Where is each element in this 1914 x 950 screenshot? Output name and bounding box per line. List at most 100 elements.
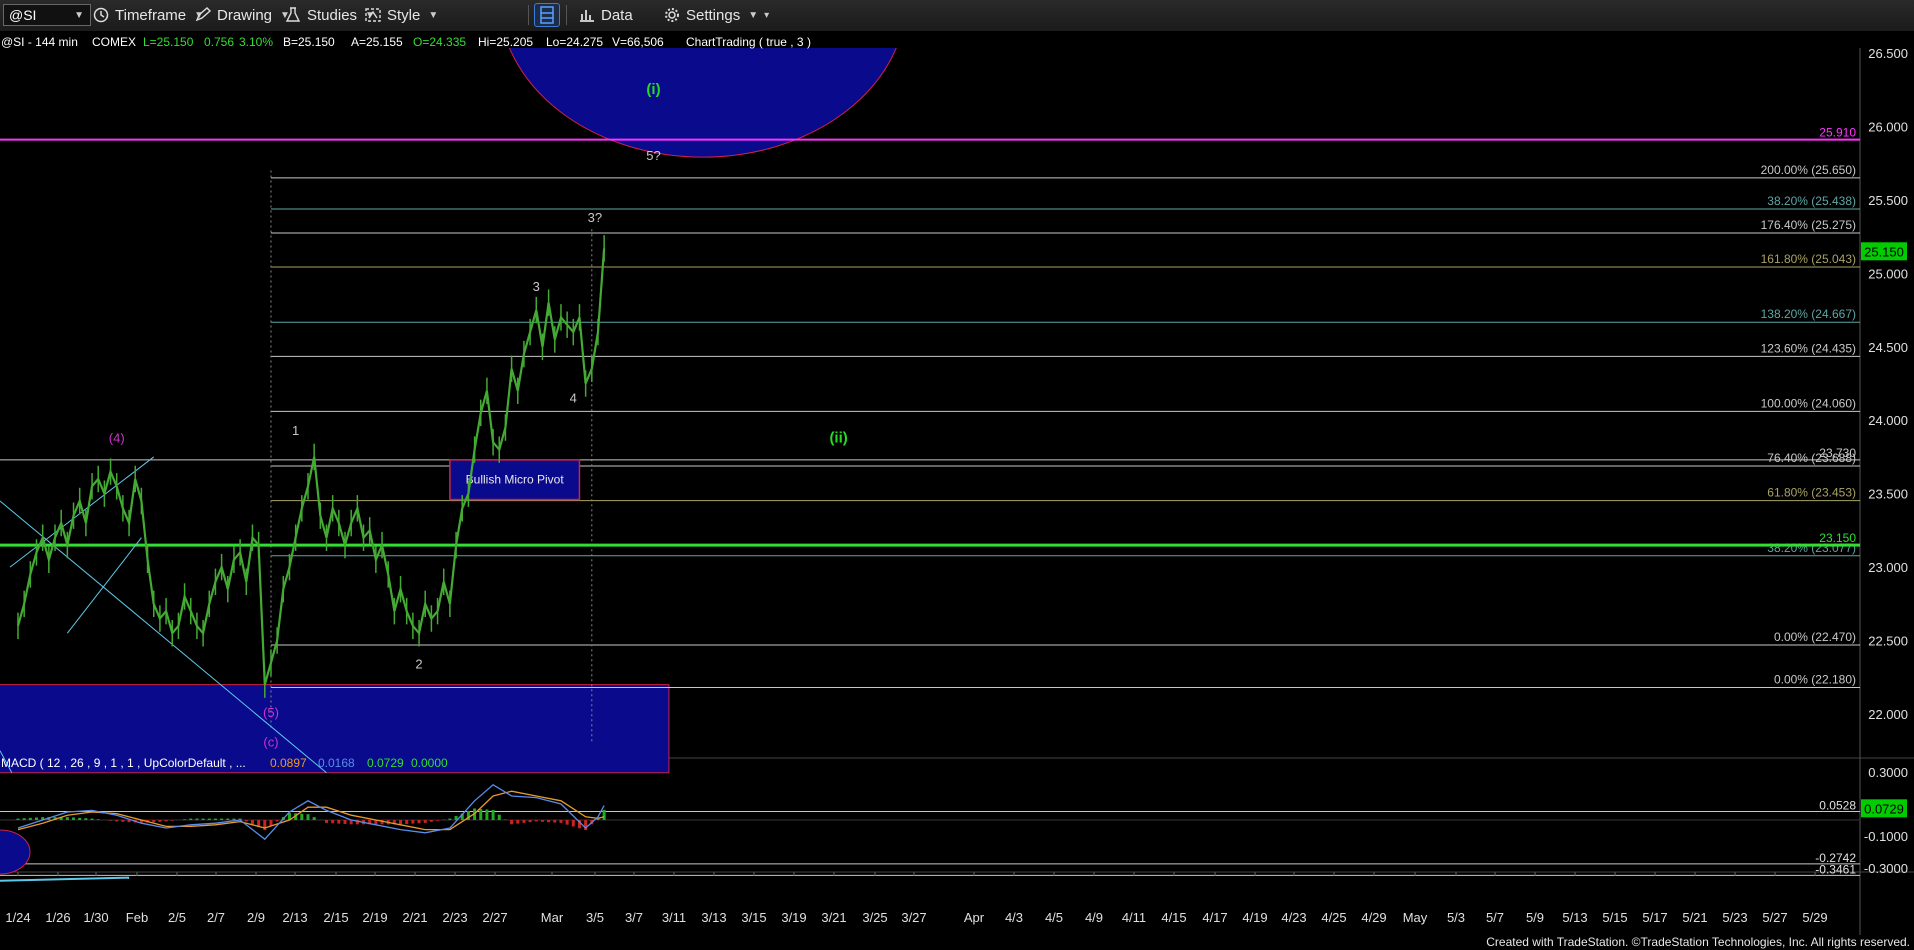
- x-tick-label: 2/5: [168, 910, 186, 925]
- chart-area[interactable]: 200.00% (25.650) 38.20% (25.438) 176.40% (…: [0, 31, 1914, 935]
- timeframe-label: Timeframe: [115, 6, 187, 24]
- x-tick-label: 3/15: [741, 910, 766, 925]
- y-tick-label: 25.500: [1868, 193, 1908, 208]
- status-line-field: COMEX: [92, 35, 136, 49]
- macd-header-value: 0.0897: [270, 756, 307, 770]
- trend-line: [66, 537, 142, 634]
- style-label: Style: [387, 6, 421, 24]
- x-tick-label: 4/29: [1361, 910, 1386, 925]
- style-menu[interactable]: Style ▼: [364, 4, 438, 26]
- last-price-label: 25.150: [1864, 244, 1904, 259]
- x-tick-label: 3/25: [862, 910, 887, 925]
- x-tick-label: 2/13: [282, 910, 307, 925]
- y-tick-label: 22.000: [1868, 707, 1908, 722]
- macd-header-value: 0.0000: [411, 756, 448, 770]
- x-tick-label: 1/24: [5, 910, 30, 925]
- x-tick-label: 5/29: [1802, 910, 1827, 925]
- x-tick-label: 5/17: [1642, 910, 1667, 925]
- overflow-caret-icon: ▾: [764, 9, 770, 21]
- fib-label: 200.00% (25.650): [1761, 163, 1856, 177]
- x-tick-label: Mar: [541, 910, 564, 925]
- separator: [528, 5, 529, 25]
- target-zone-ellipse: [503, 31, 903, 158]
- fib-label: 61.80% (23.453): [1767, 486, 1856, 500]
- data-menu[interactable]: Data: [578, 4, 633, 26]
- x-tick-label: 5/27: [1762, 910, 1787, 925]
- studies-label: Studies: [307, 6, 358, 24]
- timeframe-menu[interactable]: Timeframe ▼: [92, 4, 204, 26]
- fib-label: 0.00% (22.470): [1774, 630, 1856, 644]
- data-label: Data: [601, 6, 633, 24]
- fib-label: 161.80% (25.043): [1761, 252, 1856, 266]
- x-tick-label: 5/15: [1602, 910, 1627, 925]
- symbol-input[interactable]: @SI ▼: [3, 4, 91, 26]
- footer: Created with TradeStation. ©TradeStation…: [0, 935, 1914, 950]
- horizontal-level-label: 23.150: [1819, 531, 1856, 545]
- wave-label: (ii): [829, 429, 847, 446]
- drawing-label: Drawing: [217, 6, 273, 24]
- settings-menu[interactable]: Settings ▼ ▾: [663, 4, 769, 26]
- wave-label: (c): [263, 734, 278, 749]
- x-tick-label: 5/9: [1526, 910, 1544, 925]
- x-tick-label: 4/23: [1281, 910, 1306, 925]
- status-line-field: 3.10%: [239, 35, 273, 49]
- wave-label: 5?: [646, 148, 660, 163]
- macd-signal-line: [17, 790, 605, 831]
- x-tick-label: 5/7: [1486, 910, 1504, 925]
- fib-label: 38.20% (25.438): [1767, 194, 1856, 208]
- symbol-value: @SI: [9, 7, 37, 23]
- x-tick-label: 5/21: [1682, 910, 1707, 925]
- style-icon: [365, 8, 381, 22]
- x-tick-label: 3/7: [625, 910, 643, 925]
- x-tick-label: 3/27: [901, 910, 926, 925]
- x-tick-label: 2/9: [247, 910, 265, 925]
- y-tick-label: 24.000: [1868, 413, 1908, 428]
- x-tick-label: 4/19: [1242, 910, 1267, 925]
- x-tick-label: Feb: [126, 910, 148, 925]
- x-tick-label: 4/25: [1321, 910, 1346, 925]
- flask-icon: [285, 7, 301, 22]
- x-tick-label: 3/11: [662, 910, 686, 925]
- x-tick-label: 4/5: [1045, 910, 1063, 925]
- status-line-field: @SI - 144 min: [1, 35, 78, 49]
- wave-label: 1: [292, 423, 299, 438]
- x-tick-label: 3/13: [701, 910, 726, 925]
- horizontal-level-label: 25.910: [1819, 126, 1856, 140]
- x-tick-label: 1/30: [83, 910, 108, 925]
- macd-header-value: 0.0729: [367, 756, 404, 770]
- wave-label: 4: [570, 391, 577, 406]
- macd-y-tick-label: -0.3000: [1864, 861, 1908, 876]
- fib-label: 123.60% (24.435): [1761, 341, 1856, 355]
- y-tick-label: 24.500: [1868, 340, 1908, 355]
- drawing-menu[interactable]: Drawing ▼: [194, 4, 290, 26]
- copyright-text: Created with TradeStation. ©TradeStation…: [1486, 935, 1910, 949]
- x-tick-label: May: [1403, 910, 1428, 925]
- x-tick-label: Apr: [964, 910, 985, 925]
- macd-level-label: -0.3461: [1815, 862, 1856, 876]
- studies-menu[interactable]: Studies ▼: [284, 4, 375, 26]
- x-tick-label: 2/7: [207, 910, 225, 925]
- fib-label: 0.00% (22.180): [1774, 673, 1856, 687]
- macd-current-label: 0.0729: [1864, 801, 1904, 816]
- layout-button[interactable]: [534, 3, 560, 27]
- wave-label: 3: [533, 279, 540, 294]
- status-line-field: Hi=25.205: [478, 35, 533, 49]
- chevron-down-icon: ▼: [428, 9, 439, 21]
- x-tick-label: 4/15: [1161, 910, 1186, 925]
- x-tick-label: 4/17: [1202, 910, 1227, 925]
- x-tick-label: 3/21: [821, 910, 846, 925]
- x-tick-label: 4/11: [1122, 910, 1146, 925]
- y-tick-label: 26.000: [1868, 119, 1908, 134]
- x-tick-label: 2/21: [402, 910, 427, 925]
- status-line-field: A=25.155: [351, 35, 403, 49]
- x-tick-label: 2/23: [442, 910, 467, 925]
- status-line-field: ChartTrading ( true , 3 ): [686, 35, 811, 49]
- status-line-field: Lo=24.275: [546, 35, 603, 49]
- macd-trend-line: [0, 876, 130, 882]
- x-tick-label: 3/5: [586, 910, 604, 925]
- chevron-down-icon: ▼: [748, 9, 759, 21]
- status-line-field: B=25.150: [283, 35, 335, 49]
- x-tick-label: 5/23: [1722, 910, 1747, 925]
- y-tick-label: 26.500: [1868, 46, 1908, 61]
- pivot-zone-label: Bullish Micro Pivot: [466, 473, 565, 487]
